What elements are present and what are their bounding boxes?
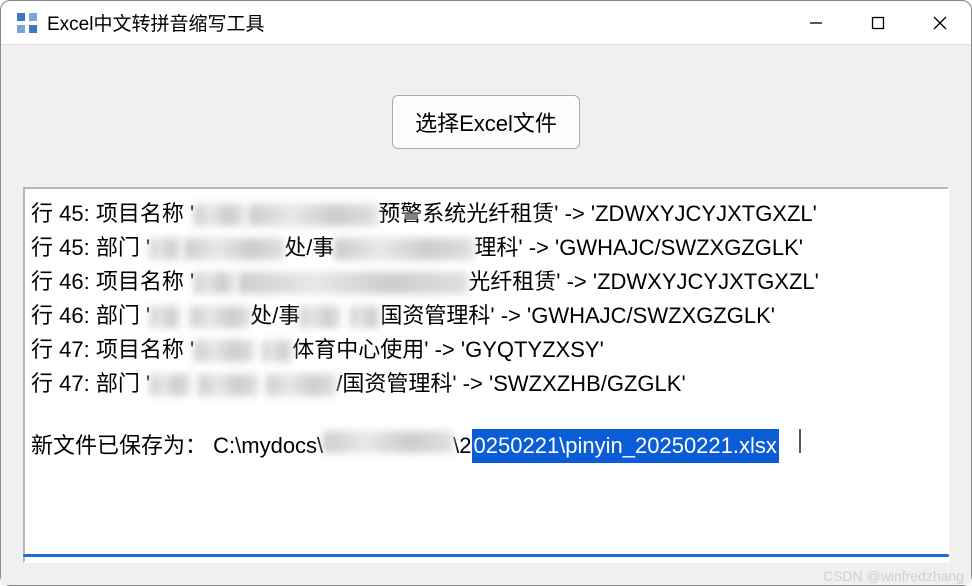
log-line: 行 45: 项目名称 '预警系统光纤租赁' -> 'ZDWXYJCYJXTGXZ… bbox=[31, 197, 941, 231]
log-output[interactable]: 行 45: 项目名称 '预警系统光纤租赁' -> 'ZDWXYJCYJXTGXZ… bbox=[23, 187, 949, 563]
text-cursor bbox=[799, 429, 801, 453]
scrollbar-horizontal[interactable] bbox=[23, 554, 949, 557]
window-title: Excel中文转拼音缩写工具 bbox=[47, 9, 785, 36]
app-window: Excel中文转拼音缩写工具 选择Excel文件 行 45: 项目名称 '预警系… bbox=[0, 0, 972, 586]
window-controls bbox=[785, 1, 971, 44]
titlebar: Excel中文转拼音缩写工具 bbox=[1, 1, 971, 45]
log-line: 行 46: 项目名称 '光纤租赁' -> 'ZDWXYJCYJXTGXZL' bbox=[31, 265, 941, 299]
log-line: 行 47: 部门 '/国资管理科' -> 'SWZXZHB/GZGLK' bbox=[31, 367, 941, 401]
save-path-line: 新文件已保存为： C:\mydocs\\20250221\pinyin_2025… bbox=[31, 429, 941, 463]
log-line: 行 47: 项目名称 '体育中心使用' -> 'GYQTYZXSY' bbox=[31, 333, 941, 367]
maximize-button[interactable] bbox=[847, 1, 909, 44]
log-line: 行 45: 部门 '处/事理科' -> 'GWHAJC/SWZXGZGLK' bbox=[31, 231, 941, 265]
app-icon bbox=[15, 11, 39, 35]
watermark: CSDN @winfredzhang bbox=[823, 568, 964, 584]
selected-text[interactable]: 0250221\pinyin_20250221.xlsx bbox=[472, 429, 779, 463]
choose-file-button[interactable]: 选择Excel文件 bbox=[392, 95, 580, 149]
minimize-button[interactable] bbox=[785, 1, 847, 44]
client-area: 选择Excel文件 行 45: 项目名称 '预警系统光纤租赁' -> 'ZDWX… bbox=[1, 45, 971, 585]
close-button[interactable] bbox=[909, 1, 971, 44]
log-line: 行 46: 部门 '处/事国资管理科' -> 'GWHAJC/SWZXGZGLK… bbox=[31, 299, 941, 333]
